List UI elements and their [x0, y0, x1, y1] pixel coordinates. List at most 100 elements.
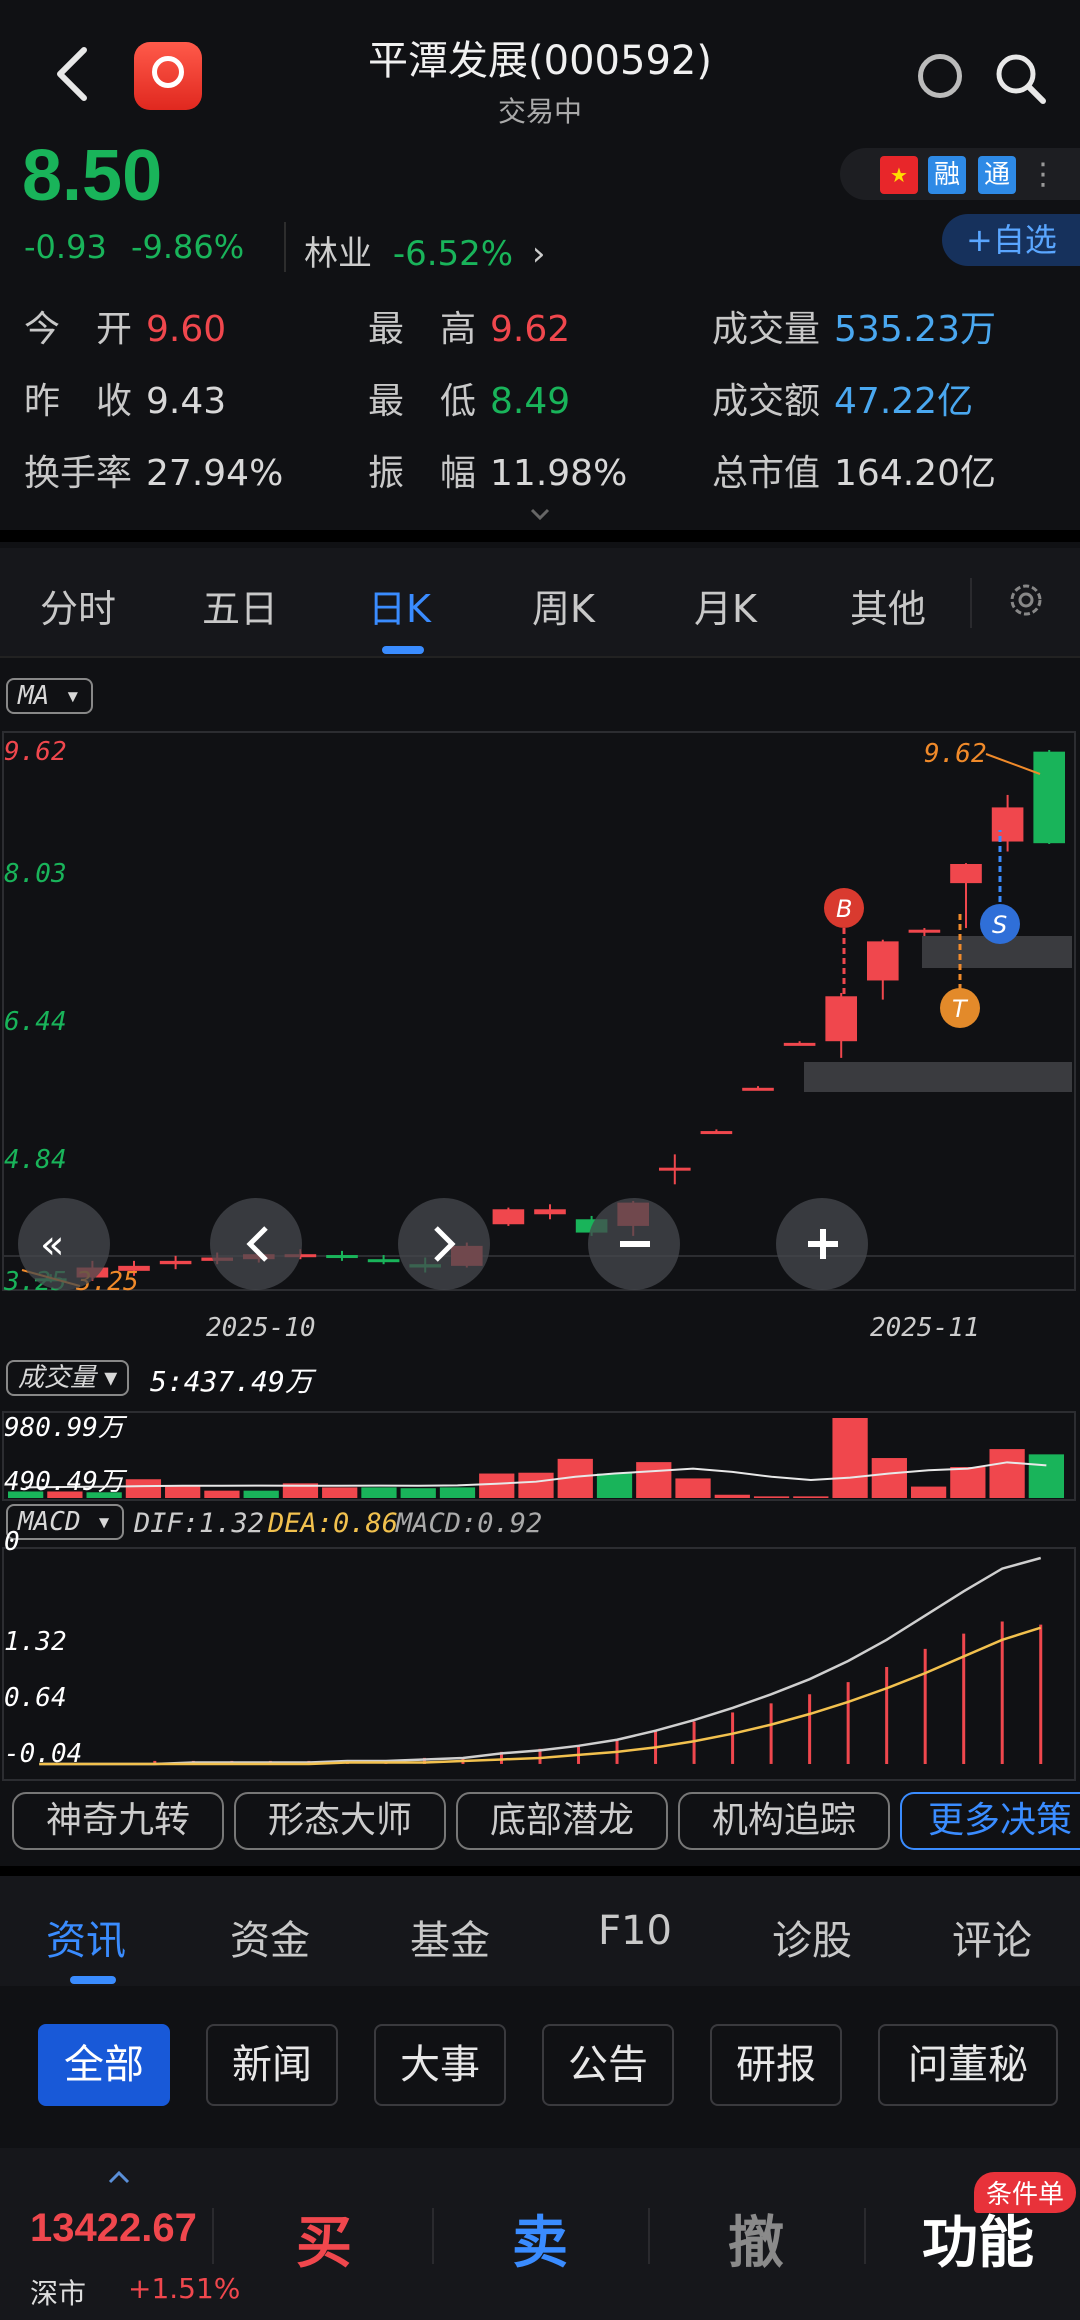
tool-institution-track[interactable]: 机构追踪	[678, 1792, 890, 1850]
volume-bar	[479, 1473, 515, 1498]
double-chevron-left-icon: «	[40, 1222, 64, 1268]
industry-percent: -6.52%	[392, 234, 514, 274]
candle	[825, 996, 858, 1042]
price-change: -0.93 -9.86%	[24, 228, 258, 266]
tab-f10[interactable]: F10	[598, 1908, 672, 1954]
active-tab-indicator	[70, 1976, 116, 1984]
svg-text:S: S	[992, 911, 1007, 939]
cancel-order-button[interactable]: 撤	[728, 2198, 784, 2279]
buy-button[interactable]: 买	[296, 2198, 352, 2279]
prev-button[interactable]	[210, 1198, 302, 1290]
y-label-4: 4.84	[4, 1145, 67, 1175]
filter-announcements[interactable]: 公告	[542, 2024, 674, 2106]
filter-ask-secretary[interactable]: 问董秘	[878, 2024, 1058, 2106]
chevron-up-icon[interactable]	[108, 2170, 130, 2184]
tool-more-decision[interactable]: 更多决策	[900, 1792, 1080, 1850]
volume-bar	[832, 1418, 868, 1498]
minus-icon	[620, 1241, 650, 1247]
header: 平潭发展(000592) 交易中	[0, 0, 1080, 140]
tag-rong: 融	[928, 156, 966, 194]
gear-icon[interactable]	[1002, 576, 1050, 624]
more-vertical-icon[interactable]: ⋮	[1024, 156, 1062, 194]
tab-daily-k[interactable]: 日K	[368, 578, 431, 633]
add-watchlist-button[interactable]: +自选	[942, 214, 1080, 266]
macd-y-label-1: 1.32	[4, 1627, 67, 1657]
industry-name: 林业	[304, 234, 372, 274]
section-divider	[0, 530, 1080, 542]
volume-bar	[204, 1490, 240, 1498]
index-name: 深市	[30, 2277, 87, 2310]
stat-volume: 成交量 535.23万	[712, 309, 996, 350]
trading-status: 交易中	[497, 95, 582, 128]
tab-diagnosis[interactable]: 诊股	[772, 1908, 852, 1966]
volume-bar	[361, 1487, 397, 1498]
divider	[284, 222, 286, 272]
strategy-tools: 神奇九转 形态大师 底部潜龙 机构追踪 更多决策	[0, 1792, 1080, 1854]
zoom-in-button[interactable]	[776, 1198, 868, 1290]
chevron-down-icon[interactable]	[530, 508, 550, 520]
volume-bar	[989, 1449, 1025, 1498]
tab-five-day[interactable]: 五日	[202, 578, 278, 633]
chart-period-tabs: 分时 五日 日K 周K 月K 其他	[0, 548, 1080, 658]
zoom-out-button[interactable]	[588, 1198, 680, 1290]
tab-news-info[interactable]: 资讯	[46, 1908, 126, 1966]
section-divider	[0, 1866, 1080, 1876]
stat-turnover: 换手率 27.94%	[24, 453, 284, 494]
tab-other[interactable]: 其他	[850, 578, 926, 633]
news-filters: 全部 新闻 大事 公告 研报 问董秘	[0, 1986, 1080, 2146]
candle	[742, 1087, 774, 1091]
candle	[1033, 751, 1066, 844]
volume-bar	[243, 1490, 279, 1498]
tab-comments[interactable]: 评论	[952, 1908, 1032, 1966]
chart-area[interactable]: MA ▾ 成交量 ▾ 5:437.49万 MACD ▾ DIF:1.32 DEA…	[0, 660, 1080, 1860]
x-label-nov: 2025-11	[870, 1313, 980, 1343]
filter-events[interactable]: 大事	[374, 2024, 506, 2106]
filter-all[interactable]: 全部	[38, 2024, 170, 2106]
volume-bar	[636, 1462, 672, 1498]
sell-button[interactable]: 卖	[512, 2198, 568, 2279]
first-page-button[interactable]: «	[18, 1198, 110, 1290]
tab-weekly-k[interactable]: 周K	[532, 578, 595, 633]
filter-news[interactable]: 新闻	[206, 2024, 338, 2106]
volume-bar	[322, 1487, 358, 1498]
volume-bar	[793, 1496, 829, 1498]
search-icon[interactable]	[992, 50, 1048, 106]
tool-pattern-master[interactable]: 形态大师	[234, 1792, 446, 1850]
candle	[658, 1167, 691, 1171]
tool-bottom-dragon[interactable]: 底部潜龙	[456, 1792, 668, 1850]
stat-amplitude: 振 幅 11.98%	[368, 453, 628, 494]
volume-bar	[910, 1486, 947, 1498]
chevron-right-icon: ›	[531, 234, 546, 274]
stat-market-cap: 总市值 164.20亿	[712, 453, 996, 494]
candle	[783, 1042, 816, 1046]
svg-text:B: B	[836, 895, 852, 923]
conditional-order-badge[interactable]: 条件单	[974, 2172, 1077, 2213]
candle	[367, 1259, 400, 1263]
volume-bar	[439, 1487, 476, 1498]
volume-bar	[596, 1473, 633, 1498]
kline-chart[interactable]: 9.62 8.03 6.44 4.84 3.25 3.25 9.62 2025-…	[0, 660, 1080, 1790]
x-label-oct: 2025-10	[206, 1313, 316, 1343]
volume-bar	[675, 1478, 711, 1498]
candle	[700, 1131, 733, 1135]
tab-timeshare[interactable]: 分时	[40, 578, 116, 633]
current-price: 8.50	[22, 136, 163, 216]
volume-bar	[714, 1494, 750, 1498]
industry-link[interactable]: 林业 -6.52% ›	[304, 226, 546, 275]
tab-monthly-k[interactable]: 月K	[694, 578, 757, 633]
next-button[interactable]	[398, 1198, 490, 1290]
index-change: +1.51%	[128, 2272, 241, 2305]
macd-y-label-3: -0.04	[4, 1739, 82, 1769]
vol-y-label-2: 490.49万	[4, 1467, 128, 1497]
candle	[991, 807, 1024, 842]
filter-research[interactable]: 研报	[710, 2024, 842, 2106]
volume-bar	[753, 1496, 790, 1498]
stock-tags[interactable]: ★ 融 通 ⋮	[840, 148, 1080, 200]
refresh-icon[interactable]	[918, 54, 962, 98]
stat-low: 最 低 8.49	[368, 381, 571, 422]
tab-funds[interactable]: 基金	[410, 1908, 490, 1966]
vol-y-label-1: 980.99万	[4, 1413, 128, 1443]
tab-funds-flow[interactable]: 资金	[230, 1908, 310, 1966]
index-value[interactable]: 13422.67	[30, 2206, 197, 2251]
tool-magic-nine[interactable]: 神奇九转	[12, 1792, 224, 1850]
